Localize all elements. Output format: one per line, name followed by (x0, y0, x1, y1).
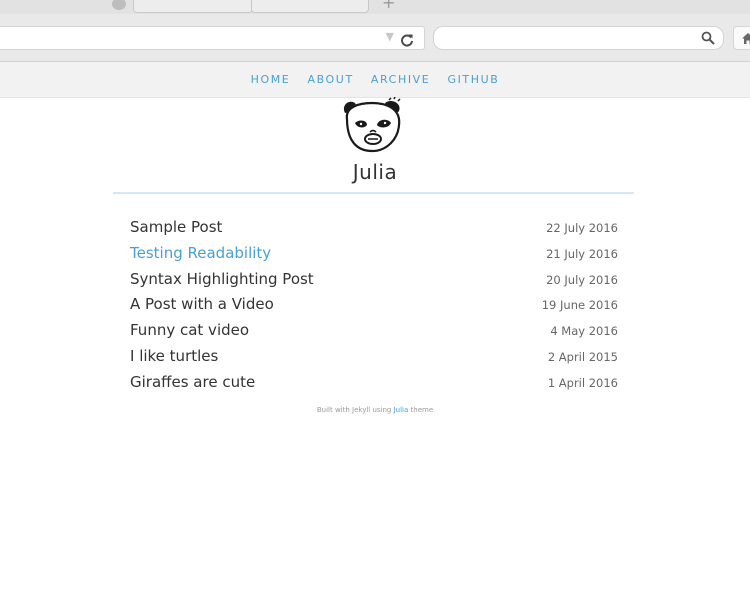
post-row: Giraffes are cute 1 April 2016 (130, 371, 618, 397)
browser-search-input[interactable] (433, 26, 724, 50)
post-row: Syntax Highlighting Post 20 July 2016 (130, 268, 618, 294)
post-row: A Post with a Video 19 June 2016 (130, 293, 618, 319)
post-date: 4 May 2016 (550, 324, 618, 339)
tab-close-dot[interactable] (112, 0, 126, 10)
post-date: 19 June 2016 (541, 298, 618, 313)
post-date: 22 July 2016 (546, 221, 618, 235)
post-row: Sample Post 22 July 2016 (130, 216, 618, 242)
url-field[interactable]: ▼ (0, 26, 425, 50)
nav-github-link[interactable]: GITHUB (447, 62, 499, 98)
home-icon (742, 33, 750, 44)
post-title-link[interactable]: A Post with a Video (130, 295, 274, 313)
url-dropdown-icon[interactable]: ▼ (386, 30, 394, 43)
browser-tab[interactable] (251, 0, 369, 13)
footer-prefix: Built with Jekyll using (316, 406, 394, 414)
nav-home-link[interactable]: HOME (251, 62, 291, 98)
footer-suffix: theme (408, 406, 434, 414)
reload-icon[interactable] (400, 28, 414, 51)
browser-tab-strip: + (0, 0, 750, 14)
post-row: Funny cat video 4 May 2016 (130, 319, 618, 345)
post-title-link[interactable]: Syntax Highlighting Post (130, 270, 314, 288)
site-title: Julia (352, 160, 398, 184)
site-nav: HOME ABOUT ARCHIVE GITHUB (0, 62, 750, 98)
home-button[interactable] (733, 26, 750, 50)
search-icon[interactable] (701, 31, 715, 45)
footer-theme-link[interactable]: Julia (394, 406, 409, 414)
nav-about-link[interactable]: ABOUT (307, 62, 353, 98)
post-title-link[interactable]: Giraffes are cute (130, 373, 255, 391)
browser-toolbar: ▼ (0, 14, 750, 62)
post-row: I like turtles 2 April 2015 (130, 345, 618, 371)
nav-archive-link[interactable]: ARCHIVE (371, 62, 431, 98)
post-list: Sample Post 22 July 2016 Testing Readabi… (130, 216, 618, 397)
post-date: 1 April 2016 (547, 375, 618, 390)
title-divider (113, 192, 634, 194)
post-title-link[interactable]: Testing Readability (130, 244, 271, 262)
post-date: 20 July 2016 (546, 272, 618, 287)
new-tab-button[interactable]: + (382, 0, 395, 12)
post-date: 2 April 2015 (547, 349, 618, 364)
browser-tab[interactable] (133, 0, 253, 13)
panda-avatar-icon[interactable] (339, 97, 405, 157)
post-title-link[interactable]: Funny cat video (130, 321, 249, 339)
post-date: 21 July 2016 (546, 246, 618, 261)
post-title-link[interactable]: I like turtles (130, 347, 218, 365)
post-row: Testing Readability 21 July 2016 (130, 242, 618, 268)
post-title-link[interactable]: Sample Post (130, 218, 222, 236)
site-footer: Built with Jekyll using Julia theme (0, 406, 750, 414)
